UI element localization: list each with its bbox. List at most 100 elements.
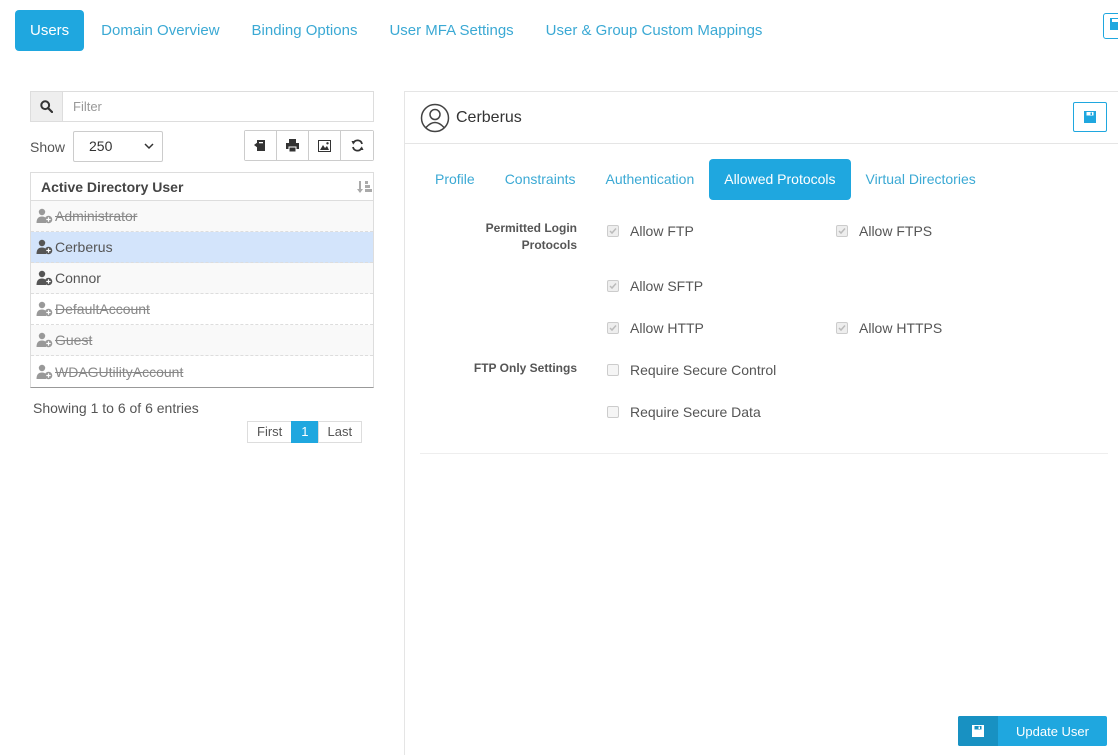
check-icon xyxy=(609,325,617,332)
user-header: Cerberus xyxy=(420,103,522,133)
tab-binding-options[interactable]: Binding Options xyxy=(237,10,373,51)
export-icon xyxy=(254,140,265,151)
allow-ftps-option: Allow FTPS xyxy=(836,223,932,239)
tab-custom-mappings[interactable]: User & Group Custom Mappings xyxy=(531,10,778,51)
filter-box xyxy=(30,91,374,122)
allow-https-option: Allow HTTPS xyxy=(836,320,942,336)
panel-divider xyxy=(404,91,405,755)
tab-allowed-protocols[interactable]: Allowed Protocols xyxy=(709,159,851,200)
show-label: Show xyxy=(30,139,66,155)
allow-http-option: Allow HTTP xyxy=(607,320,704,336)
header-divider xyxy=(404,143,1118,144)
user-circle-icon xyxy=(420,103,450,133)
require-secure-data-checkbox[interactable] xyxy=(607,406,619,418)
options-divider xyxy=(420,453,1108,454)
user-name: Guest xyxy=(55,332,93,348)
user-plus-icon xyxy=(36,332,54,348)
tab-constraints[interactable]: Constraints xyxy=(490,159,591,200)
save-icon xyxy=(958,716,998,746)
user-name: Connor xyxy=(55,270,101,286)
table-row[interactable]: WDAGUtilityAccount xyxy=(31,356,373,387)
save-icon xyxy=(1110,18,1118,30)
chevron-down-icon xyxy=(144,143,154,150)
tab-virtual-directories[interactable]: Virtual Directories xyxy=(851,159,991,200)
allow-sftp-checkbox[interactable] xyxy=(607,280,619,292)
require-secure-data-option: Require Secure Data xyxy=(607,404,761,420)
check-icon xyxy=(838,228,846,235)
panel-top-border xyxy=(404,91,1118,92)
save-icon xyxy=(1084,111,1096,123)
refresh-icon xyxy=(351,139,363,152)
require-secure-control-label: Require Secure Control xyxy=(630,362,777,378)
sort-icon xyxy=(357,181,372,193)
top-corner-button[interactable] xyxy=(1103,13,1118,39)
tab-profile[interactable]: Profile xyxy=(420,159,490,200)
tab-user-mfa-settings[interactable]: User MFA Settings xyxy=(374,10,528,51)
user-name: Cerberus xyxy=(55,239,113,255)
check-icon xyxy=(609,283,617,290)
allow-https-checkbox[interactable] xyxy=(836,322,848,334)
allow-ftp-checkbox[interactable] xyxy=(607,225,619,237)
update-user-button[interactable]: Update User xyxy=(958,716,1107,746)
check-icon xyxy=(609,228,617,235)
allow-ftp-label: Allow FTP xyxy=(630,223,694,239)
require-secure-control-option: Require Secure Control xyxy=(607,362,776,378)
refresh-button[interactable] xyxy=(341,131,373,160)
filter-input[interactable] xyxy=(63,92,373,121)
permitted-label-line1: Permitted Login xyxy=(485,221,577,235)
table-row[interactable]: Cerberus xyxy=(31,232,373,263)
check-icon xyxy=(838,325,846,332)
page-size-value: 250 xyxy=(89,138,113,154)
update-user-label: Update User xyxy=(1016,723,1089,739)
table-row[interactable]: Administrator xyxy=(31,201,373,232)
allow-https-label: Allow HTTPS xyxy=(859,320,943,336)
permitted-label-line2: Protocols xyxy=(521,238,577,252)
table-row[interactable]: Guest xyxy=(31,325,373,356)
table-body: Administrator Cerberus Connor DefaultAcc… xyxy=(31,201,373,387)
export-button[interactable] xyxy=(245,131,277,160)
allow-http-label: Allow HTTP xyxy=(630,320,704,336)
image-icon xyxy=(318,139,331,152)
user-header-name: Cerberus xyxy=(456,109,522,126)
page-first-button[interactable]: First xyxy=(247,421,293,443)
page-last-button[interactable]: Last xyxy=(317,421,363,443)
allow-ftp-option: Allow FTP xyxy=(607,223,694,239)
pagination: First 1 Last xyxy=(247,421,363,443)
table-row[interactable]: Connor xyxy=(31,263,373,294)
user-plus-icon xyxy=(36,239,54,255)
print-icon xyxy=(286,139,299,152)
export-toolbar xyxy=(244,130,374,161)
tab-users[interactable]: Users xyxy=(15,10,85,51)
user-plus-icon xyxy=(36,364,54,380)
require-secure-control-checkbox[interactable] xyxy=(607,364,619,376)
allow-sftp-option: Allow SFTP xyxy=(607,278,703,294)
user-plus-icon xyxy=(36,301,54,317)
image-button[interactable] xyxy=(309,131,341,160)
user-plus-icon xyxy=(36,270,54,286)
allow-http-checkbox[interactable] xyxy=(607,322,619,334)
ftp-only-settings-label: FTP Only Settings xyxy=(473,361,577,375)
table-header[interactable]: Active Directory User xyxy=(31,173,373,201)
user-name: Administrator xyxy=(55,208,138,224)
user-sub-tabs: Profile Constraints Authentication Allow… xyxy=(420,159,991,200)
user-plus-icon xyxy=(36,208,54,224)
require-secure-data-label: Require Secure Data xyxy=(630,404,761,420)
permitted-protocols-label: Permitted Login Protocols xyxy=(470,220,577,254)
user-table: Active Directory User Administrator Cerb… xyxy=(30,172,374,388)
user-name: DefaultAccount xyxy=(55,301,150,317)
page-size-select[interactable]: 250 xyxy=(73,131,163,162)
allow-sftp-label: Allow SFTP xyxy=(630,278,704,294)
tab-authentication[interactable]: Authentication xyxy=(591,159,710,200)
table-header-label: Active Directory User xyxy=(41,179,184,195)
save-button[interactable] xyxy=(1073,102,1107,132)
tab-domain-overview[interactable]: Domain Overview xyxy=(86,10,234,51)
table-row[interactable]: DefaultAccount xyxy=(31,294,373,325)
allow-ftps-checkbox[interactable] xyxy=(836,225,848,237)
entries-info: Showing 1 to 6 of 6 entries xyxy=(33,400,199,416)
allow-ftps-label: Allow FTPS xyxy=(859,223,933,239)
page-1-button[interactable]: 1 xyxy=(291,421,319,443)
search-icon xyxy=(31,92,63,121)
user-name: WDAGUtilityAccount xyxy=(55,363,184,380)
print-button[interactable] xyxy=(277,131,309,160)
top-nav: Users Domain Overview Binding Options Us… xyxy=(15,10,779,51)
